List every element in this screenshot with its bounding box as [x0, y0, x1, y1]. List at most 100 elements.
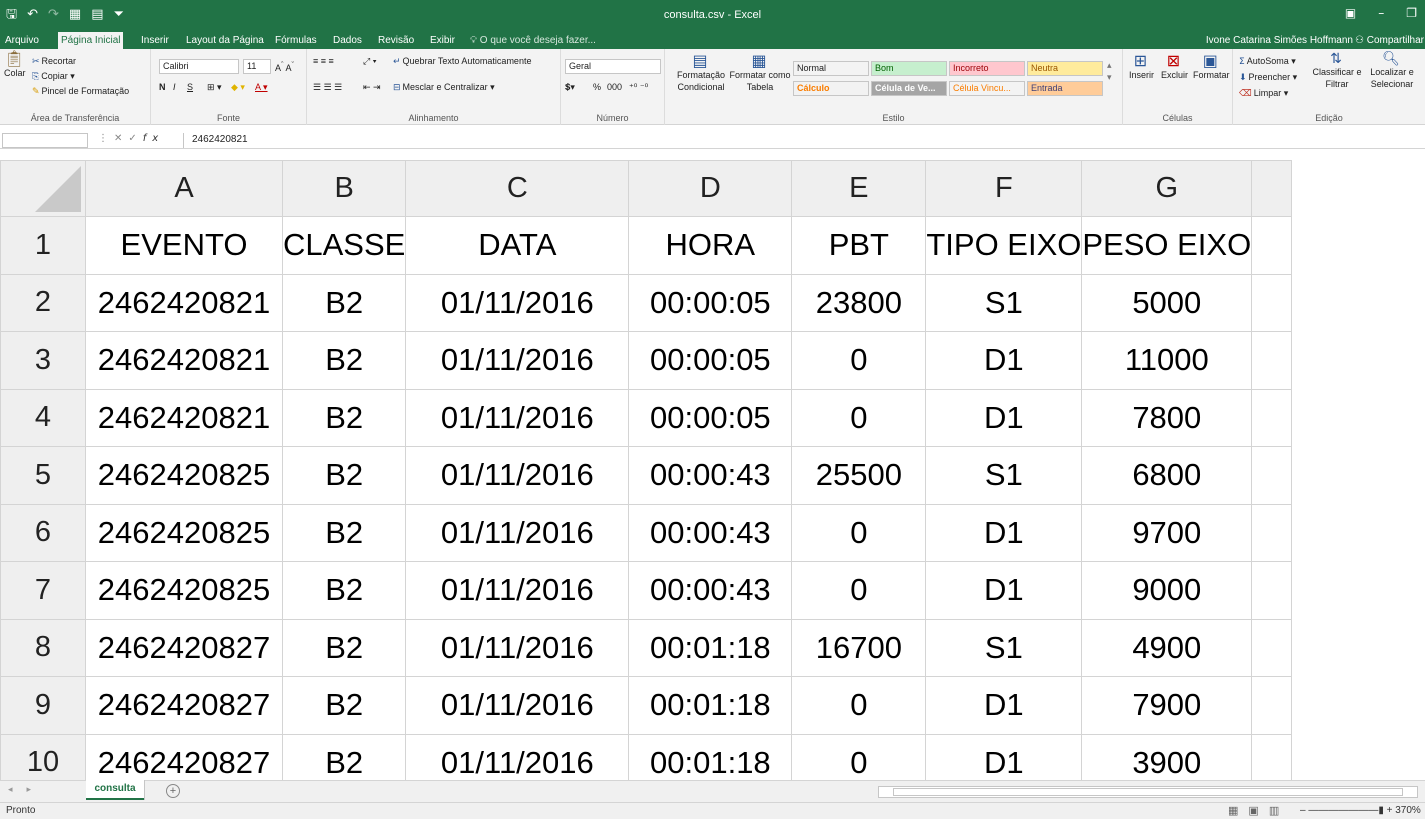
- cell-b5[interactable]: B2: [281, 446, 407, 505]
- tab-layout[interactable]: Layout da Página: [183, 32, 267, 49]
- style-celula-verificacao[interactable]: Célula de Ve...: [871, 81, 947, 96]
- cell-e5[interactable]: 25500: [791, 446, 927, 505]
- bold-button[interactable]: N: [159, 81, 166, 93]
- cell-f1[interactable]: TIPO EIXO: [925, 216, 1083, 275]
- style-neutra[interactable]: Neutra: [1027, 61, 1103, 76]
- select-all-corner[interactable]: [0, 160, 86, 217]
- more-icon[interactable]: ⋮: [98, 133, 114, 144]
- cell-c9[interactable]: 01/11/2016: [405, 676, 630, 735]
- cell-b4[interactable]: B2: [281, 388, 407, 447]
- cell-b2[interactable]: B2: [281, 273, 407, 332]
- cell-c1[interactable]: DATA: [405, 216, 630, 275]
- fill-button[interactable]: ⬇ Preencher ▾: [1239, 71, 1297, 84]
- row-header[interactable]: 3: [0, 331, 86, 390]
- grow-font-button[interactable]: Aˆ Aˇ: [275, 59, 294, 74]
- number-format-dropdown[interactable]: Geral: [565, 59, 661, 74]
- cell-a7[interactable]: 2462420825: [85, 561, 283, 620]
- merge-center-button[interactable]: ⊟ Mesclar e Centralizar ▾: [393, 81, 495, 94]
- row-header[interactable]: 4: [0, 388, 86, 447]
- cell-e7[interactable]: 0: [791, 561, 927, 620]
- style-entrada[interactable]: Entrada: [1027, 81, 1103, 96]
- style-incorreto[interactable]: Incorreto: [949, 61, 1025, 76]
- font-name-dropdown[interactable]: Calibri: [159, 59, 239, 74]
- tab-arquivo[interactable]: Arquivo: [2, 32, 42, 49]
- user-name[interactable]: Ivone Catarina Simões Hoffmann: [1206, 32, 1353, 49]
- format-painter-button[interactable]: ✎ Pincel de Formatação: [32, 85, 129, 98]
- font-size-dropdown[interactable]: 11: [243, 59, 271, 74]
- cell-a6[interactable]: 2462420825: [85, 503, 283, 562]
- cell-b7[interactable]: B2: [281, 561, 407, 620]
- cell-d6[interactable]: 00:00:43: [628, 503, 793, 562]
- tab-pagina-inicial[interactable]: Página Inicial: [58, 32, 124, 49]
- cell-b8[interactable]: B2: [281, 618, 407, 677]
- cell-c10[interactable]: 01/11/2016: [405, 733, 630, 780]
- horizontal-scrollbar[interactable]: [878, 786, 1418, 798]
- ribbon-display-icon[interactable]: ▣: [1345, 6, 1356, 20]
- row-header[interactable]: 6: [0, 503, 86, 562]
- borders-icon[interactable]: ⊞ ▾: [207, 81, 222, 93]
- format-cells-button[interactable]: ▣ Formatar: [1193, 53, 1230, 81]
- autosum-button[interactable]: Σ AutoSoma ▾: [1239, 55, 1296, 68]
- tab-dados[interactable]: Dados: [330, 32, 365, 49]
- cell-f4[interactable]: D1: [925, 388, 1083, 447]
- cell-d3[interactable]: 00:00:05: [628, 331, 793, 390]
- tab-formulas[interactable]: Fórmulas: [272, 32, 320, 49]
- minimize-icon[interactable]: –: [1378, 6, 1384, 20]
- copy-button[interactable]: ⎘ Copiar ▾: [32, 70, 75, 83]
- cell-a1[interactable]: EVENTO: [85, 216, 283, 275]
- cell-g3[interactable]: 11000: [1081, 331, 1253, 390]
- cell-f8[interactable]: S1: [925, 618, 1083, 677]
- tab-exibir[interactable]: Exibir: [427, 32, 458, 49]
- share-button[interactable]: ⚇ Compartilhar: [1355, 32, 1425, 49]
- cell-f6[interactable]: D1: [925, 503, 1083, 562]
- cell-e6[interactable]: 0: [791, 503, 927, 562]
- cell-b9[interactable]: B2: [281, 676, 407, 735]
- wrap-text-button[interactable]: ↵ Quebrar Texto Automaticamente: [393, 55, 531, 68]
- cell-a2[interactable]: 2462420821: [85, 273, 283, 332]
- underline-button[interactable]: S: [187, 81, 193, 93]
- cell-f2[interactable]: S1: [925, 273, 1083, 332]
- column-header-c[interactable]: C: [405, 160, 630, 217]
- next-sheet-icon[interactable]: ▸: [27, 785, 46, 795]
- italic-button[interactable]: I: [173, 81, 176, 93]
- row-header[interactable]: 7: [0, 561, 86, 620]
- cell-c6[interactable]: 01/11/2016: [405, 503, 630, 562]
- paste-button[interactable]: 📋︎ Colar: [4, 51, 26, 79]
- column-header-g[interactable]: G: [1081, 160, 1253, 217]
- cell-g5[interactable]: 6800: [1081, 446, 1253, 505]
- cell-b6[interactable]: B2: [281, 503, 407, 562]
- cell-h4[interactable]: [1251, 388, 1293, 447]
- cell-a9[interactable]: 2462420827: [85, 676, 283, 735]
- row-header[interactable]: 8: [0, 618, 86, 677]
- style-celula-vinculada[interactable]: Célula Vincu...: [949, 81, 1025, 96]
- page-break-icon[interactable]: ▥: [1269, 804, 1279, 817]
- enter-icon[interactable]: ✓: [128, 133, 142, 144]
- zoom-control[interactable]: – ———————▮ + 370%: [1300, 805, 1424, 816]
- cell-c4[interactable]: 01/11/2016: [405, 388, 630, 447]
- add-sheet-button[interactable]: +: [166, 784, 180, 798]
- percent-button[interactable]: %: [593, 81, 601, 93]
- cell-h8[interactable]: [1251, 618, 1293, 677]
- sort-filter-button[interactable]: ⇅ Classificar e Filtrar: [1311, 52, 1363, 90]
- thousands-button[interactable]: 000: [607, 81, 622, 93]
- normal-view-icon[interactable]: ▦: [1228, 804, 1238, 817]
- style-normal[interactable]: Normal: [793, 61, 869, 76]
- row-header[interactable]: 1: [0, 216, 86, 275]
- cell-g1[interactable]: PESO EIXO: [1081, 216, 1253, 275]
- tab-revisao[interactable]: Revisão: [375, 32, 417, 49]
- cell-d7[interactable]: 00:00:43: [628, 561, 793, 620]
- cell-h6[interactable]: [1251, 503, 1293, 562]
- find-select-button[interactable]: 🔍︎ Localizar e Selecionar: [1363, 52, 1421, 90]
- restore-icon[interactable]: ❐: [1406, 6, 1417, 20]
- style-calculo[interactable]: Cálculo: [793, 81, 869, 96]
- cell-e10[interactable]: 0: [791, 733, 927, 780]
- row-header[interactable]: 9: [0, 676, 86, 735]
- cell-h5[interactable]: [1251, 446, 1293, 505]
- cell-c5[interactable]: 01/11/2016: [405, 446, 630, 505]
- cell-h10[interactable]: [1251, 733, 1293, 780]
- cell-h3[interactable]: [1251, 331, 1293, 390]
- cell-a4[interactable]: 2462420821: [85, 388, 283, 447]
- clear-button[interactable]: ⌫ Limpar ▾: [1239, 87, 1288, 100]
- page-layout-icon[interactable]: ▣: [1248, 804, 1258, 817]
- orientation-icon[interactable]: ⤢ ▾: [363, 55, 376, 67]
